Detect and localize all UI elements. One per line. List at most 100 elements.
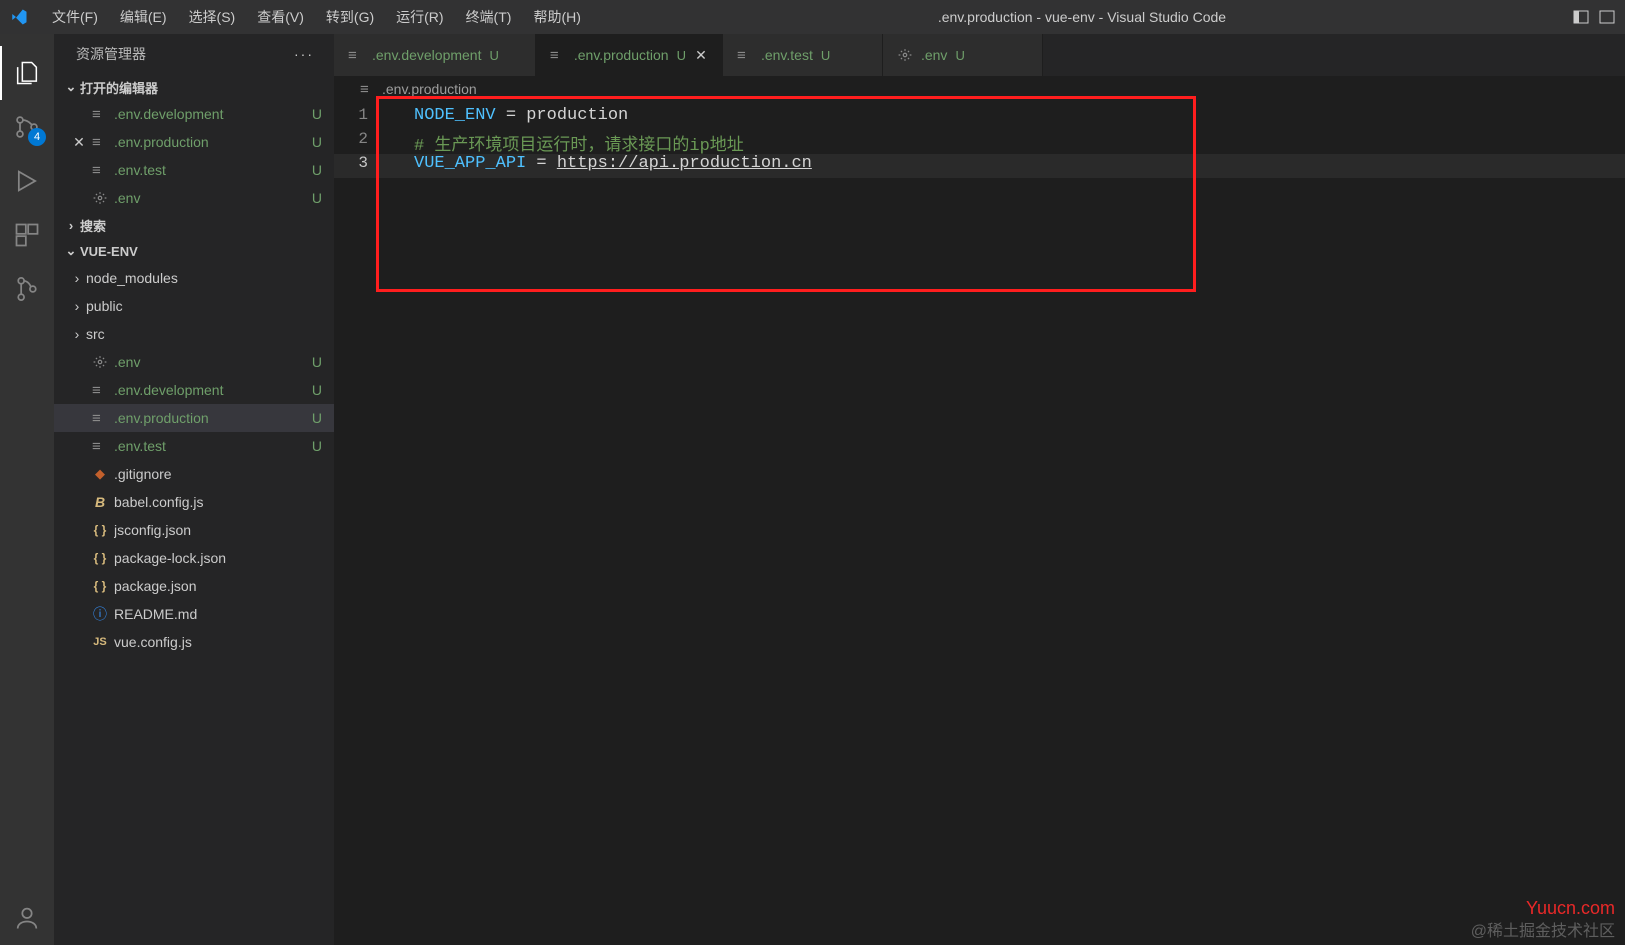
layout-primary-icon[interactable] — [1573, 9, 1589, 25]
explorer-sidebar: 资源管理器 ··· ⌄ 打开的编辑器 ✕.env.developmentU✕.e… — [54, 34, 334, 945]
activity-account-icon[interactable] — [0, 891, 54, 945]
file-icon — [348, 47, 364, 63]
folder-item[interactable]: ›node_modules — [54, 264, 334, 292]
chevron-right-icon: › — [68, 270, 86, 286]
code-line[interactable]: 3VUE_APP_API = https://api.production.cn — [334, 154, 1625, 178]
chevron-right-icon: › — [62, 218, 80, 233]
activity-extensions-icon[interactable] — [0, 208, 54, 262]
activity-explorer-icon[interactable] — [0, 46, 54, 100]
project-section-title[interactable]: ⌄ VUE-ENV — [54, 238, 334, 264]
git-status: U — [304, 410, 322, 426]
open-editor-item[interactable]: ✕.envU — [54, 184, 334, 212]
menu-selection[interactable]: 选择(S) — [179, 0, 246, 34]
git-status: U — [304, 106, 322, 122]
open-editors-title[interactable]: ⌄ 打开的编辑器 — [54, 74, 334, 100]
file-item[interactable]: .env.developmentU — [54, 376, 334, 404]
activity-git-graph-icon[interactable] — [0, 262, 54, 316]
menu-edit[interactable]: 编辑(E) — [110, 0, 177, 34]
folder-name: src — [86, 326, 322, 342]
file-icon: ◆ — [90, 466, 110, 482]
file-item[interactable]: { } package.json — [54, 572, 334, 600]
file-icon — [550, 47, 566, 63]
layout-secondary-icon[interactable] — [1599, 9, 1615, 25]
watermark-red: Yuucn.com — [1526, 898, 1615, 919]
editor-tab[interactable]: .env.testU — [723, 34, 883, 76]
file-name: package.json — [114, 578, 322, 594]
file-item[interactable]: .env.testU — [54, 432, 334, 460]
explorer-more-icon[interactable]: ··· — [294, 46, 314, 62]
editor-tab[interactable]: .env.production U ✕ — [536, 34, 723, 76]
tab-label: .env.development — [372, 47, 481, 63]
file-item[interactable]: JSvue.config.js — [54, 628, 334, 656]
chevron-right-icon: › — [68, 298, 86, 314]
menu-terminal[interactable]: 终端(T) — [456, 0, 522, 34]
code-line[interactable]: 1NODE_ENV = production — [334, 106, 1625, 130]
chevron-right-icon: › — [68, 326, 86, 342]
file-icon — [897, 48, 913, 62]
file-name: .env.test — [114, 438, 304, 454]
menu-bar: 文件(F) 编辑(E) 选择(S) 查看(V) 转到(G) 运行(R) 终端(T… — [42, 0, 591, 34]
close-icon[interactable]: ✕ — [68, 134, 90, 151]
file-icon: { } — [90, 579, 110, 593]
file-item[interactable]: ◆.gitignore — [54, 460, 334, 488]
menu-go[interactable]: 转到(G) — [316, 0, 384, 34]
search-label: 搜索 — [80, 216, 106, 235]
folder-item[interactable]: ›src — [54, 320, 334, 348]
code-editor[interactable]: 1NODE_ENV = production2# 生产环境项目运行时，请求接口的… — [334, 102, 1625, 945]
file-icon — [90, 382, 110, 398]
file-item[interactable]: { }package-lock.json — [54, 544, 334, 572]
scm-badge: 4 — [28, 128, 46, 146]
git-status: U — [304, 438, 322, 454]
window-controls — [1573, 9, 1615, 25]
git-status: U — [304, 354, 322, 370]
code-line[interactable]: 2# 生产环境项目运行时，请求接口的ip地址 — [334, 130, 1625, 154]
folder-item[interactable]: ›public — [54, 292, 334, 320]
tab-label: .env — [921, 47, 947, 63]
menu-run[interactable]: 运行(R) — [386, 0, 453, 34]
editor-tab[interactable]: .env.development U — [334, 34, 536, 76]
chevron-down-icon: ⌄ — [62, 79, 80, 95]
file-item[interactable]: ⓘREADME.md — [54, 600, 334, 628]
breadcrumbs[interactable]: .env.production — [334, 76, 1625, 102]
file-icon — [360, 81, 376, 97]
open-editor-item[interactable]: ✕.env.developmentU — [54, 100, 334, 128]
menu-file[interactable]: 文件(F) — [42, 0, 108, 34]
file-item[interactable]: { }jsconfig.json — [54, 516, 334, 544]
file-name: .env.production — [114, 134, 304, 150]
menu-view[interactable]: 查看(V) — [247, 0, 314, 34]
file-icon — [737, 47, 753, 63]
tab-git-status: U — [677, 48, 686, 63]
file-icon: JS — [90, 636, 110, 648]
tab-label: .env.production — [574, 47, 669, 63]
file-icon — [90, 106, 110, 122]
open-editor-item[interactable]: ✕.env.testU — [54, 156, 334, 184]
file-icon: { } — [90, 551, 110, 565]
open-editor-item[interactable]: ✕.env.productionU — [54, 128, 334, 156]
file-name: README.md — [114, 606, 322, 622]
menu-help[interactable]: 帮助(H) — [523, 0, 590, 34]
editor-tab[interactable]: .envU — [883, 34, 1043, 76]
git-status: U — [304, 382, 322, 398]
chevron-down-icon: ⌄ — [62, 243, 80, 259]
file-item[interactable]: .env.productionU — [54, 404, 334, 432]
line-number: 2 — [334, 130, 394, 148]
search-section-title[interactable]: › 搜索 — [54, 212, 334, 238]
project-label: VUE-ENV — [80, 244, 138, 259]
file-item[interactable]: .envU — [54, 348, 334, 376]
activity-debug-icon[interactable] — [0, 154, 54, 208]
tab-git-status: U — [489, 48, 498, 63]
file-name: .env.test — [114, 162, 304, 178]
activity-scm-icon[interactable]: 4 — [0, 100, 54, 154]
file-icon: { } — [90, 523, 110, 537]
line-number: 1 — [334, 106, 394, 124]
editor-area: .env.development U .env.production U ✕ .env.t… — [334, 34, 1625, 945]
close-icon[interactable]: ✕ — [694, 47, 708, 64]
file-item[interactable]: Bbabel.config.js — [54, 488, 334, 516]
file-icon: B — [90, 494, 110, 510]
file-name: .env.development — [114, 106, 304, 122]
tab-git-status: U — [821, 48, 830, 63]
line-number: 3 — [334, 154, 394, 172]
window-title: .env.production - vue-env - Visual Studi… — [591, 9, 1573, 25]
file-name: .env — [114, 354, 304, 370]
file-name: .env — [114, 190, 304, 206]
